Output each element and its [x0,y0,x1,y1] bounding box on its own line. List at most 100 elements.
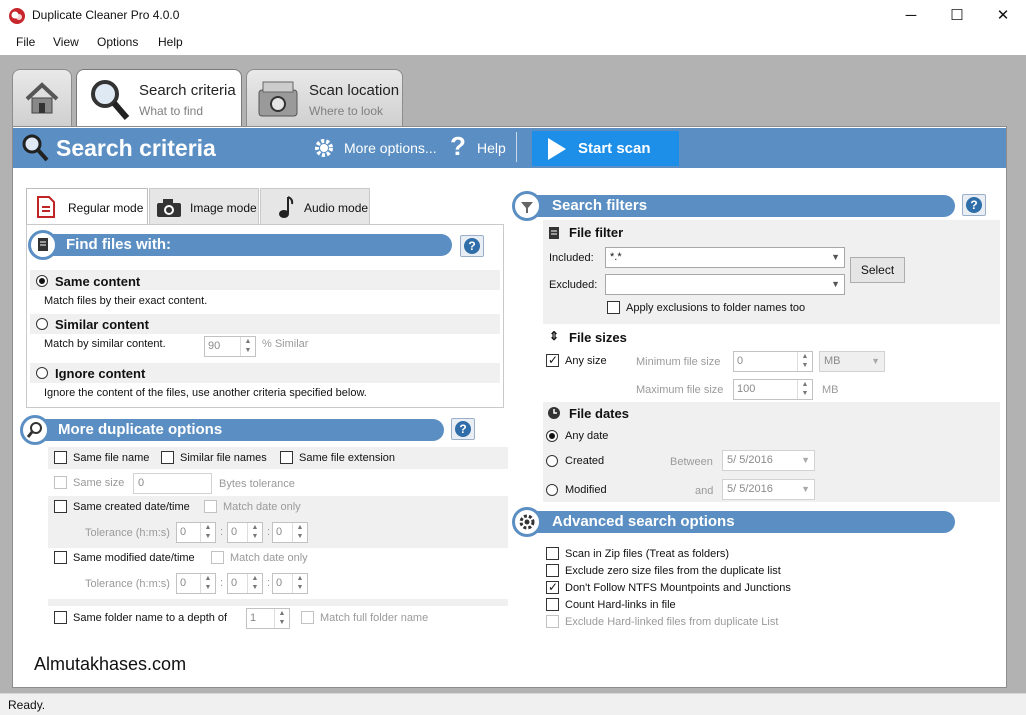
stepper-arrows-icon[interactable]: ▲ ▼ [200,574,215,593]
chevron-down-icon[interactable]: ▼ [871,356,880,366]
similar-content-desc: Match by similar content. [44,338,166,350]
more-dup-header: More duplicate options [32,419,444,441]
document-icon [28,230,58,260]
stepper-arrows-icon[interactable]: ▲ ▼ [797,352,812,371]
stepper-arrows-icon[interactable]: ▲ ▼ [247,574,262,593]
gear-icon [512,507,542,537]
match-full-folder-checkbox[interactable] [301,611,314,624]
status-text: Ready. [8,698,46,712]
similar-file-names-checkbox[interactable] [161,451,174,464]
max-unit-label: MB [822,384,839,396]
stepper-value: 0 [180,577,187,589]
same-file-name-checkbox[interactable] [54,451,67,464]
tab-image-mode[interactable]: Image mode [149,188,259,224]
stepper-arrows-icon[interactable]: ▲ ▼ [797,380,812,399]
maximize-button[interactable]: ☐ [934,0,980,31]
same-modified-checkbox[interactable] [54,551,67,564]
created-date-radio[interactable] [546,455,558,467]
help-link[interactable]: Help [477,140,506,156]
watermark-text: Almutakhases.com [34,654,187,674]
search-filters-header: Search filters [526,195,955,217]
scan-zip-checkbox[interactable] [546,547,559,560]
similar-content-radio[interactable] [36,318,48,330]
min-size-value: 0 [737,355,744,367]
stepper-arrows-icon[interactable]: ▲ ▼ [200,523,215,542]
stepper-arrows-icon[interactable]: ▲ ▼ [292,523,307,542]
apply-exclusions-checkbox[interactable] [607,301,620,314]
max-size-label: Maximum file size [636,384,724,396]
tab-audio-mode[interactable]: Audio mode [260,188,370,224]
time-separator: : [220,577,224,589]
more-dup-help-button[interactable]: ? [451,418,475,440]
tab-search-criteria[interactable]: Search criteria What to find [76,69,242,127]
same-created-checkbox[interactable] [54,500,67,513]
find-files-help-button[interactable]: ? [460,235,484,257]
start-scan-button[interactable]: Start scan [532,131,679,166]
max-size-stepper[interactable]: 100 ▲ ▼ [733,379,813,400]
exclude-hardlinked-checkbox[interactable] [546,615,559,628]
help-icon: ? [450,131,466,161]
created-match-date-only-checkbox[interactable] [204,500,217,513]
chevron-down-icon[interactable]: ▼ [801,484,810,494]
tab-scan-location[interactable]: Scan location Where to look [246,69,403,127]
excluded-combobox[interactable]: ▼ [605,274,845,295]
dont-follow-checkbox[interactable] [546,580,559,594]
menu-help[interactable]: Help [158,35,183,49]
menu-view[interactable]: View [53,35,79,49]
date-from-picker[interactable]: 5/ 5/2016 ▼ [722,450,815,471]
similarity-stepper[interactable]: 90 ▲ ▼ [204,336,256,357]
same-folder-checkbox[interactable] [54,611,67,624]
modified-seconds-stepper[interactable]: 0 ▲ ▼ [272,573,308,594]
modified-tolerance-label: Tolerance (h:m:s) [85,578,170,590]
same-content-label: Same content [55,274,141,289]
chevron-down-icon[interactable]: ▼ [801,455,810,465]
stepper-value: 0 [231,577,238,589]
select-button[interactable]: Select [850,257,905,283]
modified-date-radio[interactable] [546,484,558,496]
included-combobox[interactable]: *.* ▼ [605,247,845,268]
count-hardlinks-checkbox[interactable] [546,598,559,611]
min-size-stepper[interactable]: 0 ▲ ▼ [733,351,813,372]
similarity-value: 90 [208,340,221,352]
ignore-content-radio[interactable] [36,367,48,379]
modified-match-date-only-checkbox[interactable] [211,551,224,564]
modified-hours-stepper[interactable]: 0 ▲ ▼ [176,573,216,594]
search-filters-help-button[interactable]: ? [962,194,986,216]
date-to-picker[interactable]: 5/ 5/2016 ▼ [722,479,815,500]
menu-file[interactable]: File [16,35,35,49]
stepper-arrows-icon[interactable]: ▲ ▼ [274,609,289,628]
tab-home[interactable] [12,69,72,127]
play-icon [548,138,566,160]
min-unit-select[interactable]: MB ▼ [819,351,885,372]
tab-search-sub: What to find [139,104,204,118]
close-button[interactable]: ✕ [980,0,1026,31]
stepper-arrows-icon[interactable]: ▲ ▼ [247,523,262,542]
folder-depth-stepper[interactable]: 1 ▲ ▼ [246,608,290,629]
find-files-title: Find files with: [66,236,171,253]
created-minutes-stepper[interactable]: 0 ▲ ▼ [227,522,263,543]
date-from-value: 5/ 5/2016 [727,454,773,466]
created-hours-stepper[interactable]: 0 ▲ ▼ [176,522,216,543]
same-content-radio[interactable] [36,275,48,287]
menu-options[interactable]: Options [97,35,138,49]
between-label: Between [670,456,713,468]
any-date-radio[interactable] [546,430,558,442]
same-folder-label: Same folder name to a depth of [73,612,228,624]
minimize-button[interactable]: ─ [888,0,934,31]
modified-minutes-stepper[interactable]: 0 ▲ ▼ [227,573,263,594]
stepper-arrows-icon[interactable]: ▲ ▼ [292,574,307,593]
same-size-checkbox[interactable] [54,476,67,489]
tab-regular-mode[interactable]: Regular mode [26,188,148,225]
same-file-extension-checkbox[interactable] [280,451,293,464]
window-title: Duplicate Cleaner Pro 4.0.0 [32,8,180,22]
more-options-button[interactable]: More options... [344,140,437,156]
chevron-down-icon[interactable]: ▼ [831,279,840,289]
bytes-tolerance-label: Bytes tolerance [219,478,295,490]
chevron-down-icon[interactable]: ▼ [831,252,840,262]
stepper-arrows-icon[interactable]: ▲ ▼ [240,337,255,356]
magnifier-icon [91,80,130,120]
any-size-checkbox[interactable] [546,353,559,367]
created-seconds-stepper[interactable]: 0 ▲ ▼ [272,522,308,543]
same-size-input[interactable]: 0 [133,473,212,494]
exclude-zero-checkbox[interactable] [546,564,559,577]
